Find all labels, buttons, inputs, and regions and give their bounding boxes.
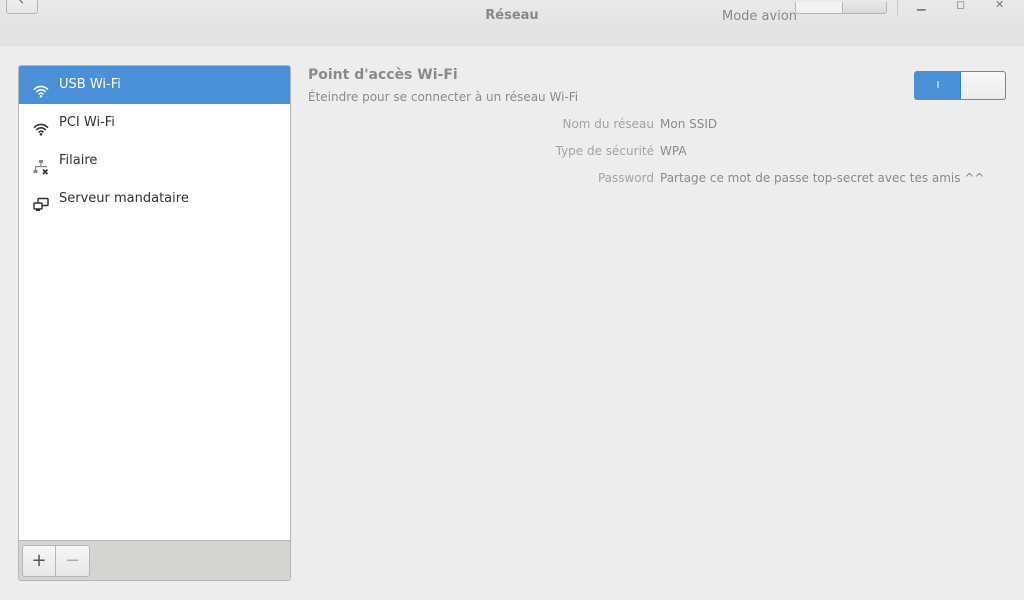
detail-value: Mon SSID [660,117,718,131]
sidebar-toolbar: + − [19,540,290,580]
toggle-knob[interactable] [960,72,1005,99]
detail-value: Partage ce mot de passe top-secret avec … [660,171,985,185]
sidebar-item-label: Filaire [59,153,98,168]
maximize-button[interactable]: ◻ [956,0,965,10]
sidebar-item-label: Serveur mandataire [59,191,189,206]
detail-row-password: Password Partage ce mot de passe top-sec… [290,168,1024,195]
close-button[interactable]: ✕ [995,0,1004,10]
hotspot-details: Nom du réseau Mon SSID Type de sécurité … [290,114,1024,195]
hotspot-panel: Point d'accès Wi-Fi Éteindre pour se con… [290,46,1024,600]
detail-value: WPA [660,144,687,158]
header-separator [897,0,898,16]
header-bar: Réseau Mode avion ▁ ◻ ✕ [0,0,1024,46]
wired-network-icon [33,153,49,175]
sidebar-item-label: PCI Wi-Fi [59,115,115,130]
wifi-icon [33,115,49,136]
hotspot-toggle[interactable]: I [914,71,1006,100]
airplane-mode-label: Mode avion [722,9,798,24]
add-connection-button[interactable]: + [22,545,56,577]
sidebar-item-proxy[interactable]: Serveur mandataire [19,180,290,218]
device-sidebar: USB Wi-Fi PCI Wi-Fi Filaire Serveur mand… [18,65,291,581]
hotspot-subtitle: Éteindre pour se connecter à un réseau W… [308,90,579,104]
detail-key: Type de sécurité [555,144,654,158]
detail-row-security-type: Type de sécurité WPA [290,141,1024,168]
window-body: USB Wi-Fi PCI Wi-Fi Filaire Serveur mand… [0,46,1024,600]
airplane-mode-switch-knob [842,2,886,13]
settings-window: Réseau Mode avion ▁ ◻ ✕ USB Wi-Fi PCI Wi… [0,0,1024,600]
sidebar-item-label: USB Wi-Fi [59,77,121,92]
minimize-button[interactable]: ▁ [917,0,925,10]
airplane-mode-switch[interactable] [795,2,887,14]
sidebar-item-pci-wifi[interactable]: PCI Wi-Fi [19,104,290,142]
sidebar-item-wired[interactable]: Filaire [19,142,290,180]
proxy-icon [33,191,49,211]
chevron-left-icon [17,0,28,4]
header-bar-face: Réseau Mode avion ▁ ◻ ✕ [0,0,1024,46]
hotspot-title: Point d'accès Wi-Fi [308,67,458,83]
detail-key: Password [597,171,654,185]
device-list: USB Wi-Fi PCI Wi-Fi Filaire Serveur mand… [19,66,290,218]
wifi-icon [33,77,49,98]
detail-key: Nom du réseau [562,117,654,131]
toggle-on-label: I [936,80,940,91]
sidebar-item-usb-wifi[interactable]: USB Wi-Fi [19,66,290,104]
detail-row-network-name: Nom du réseau Mon SSID [290,114,1024,141]
remove-connection-button[interactable]: − [56,545,90,577]
